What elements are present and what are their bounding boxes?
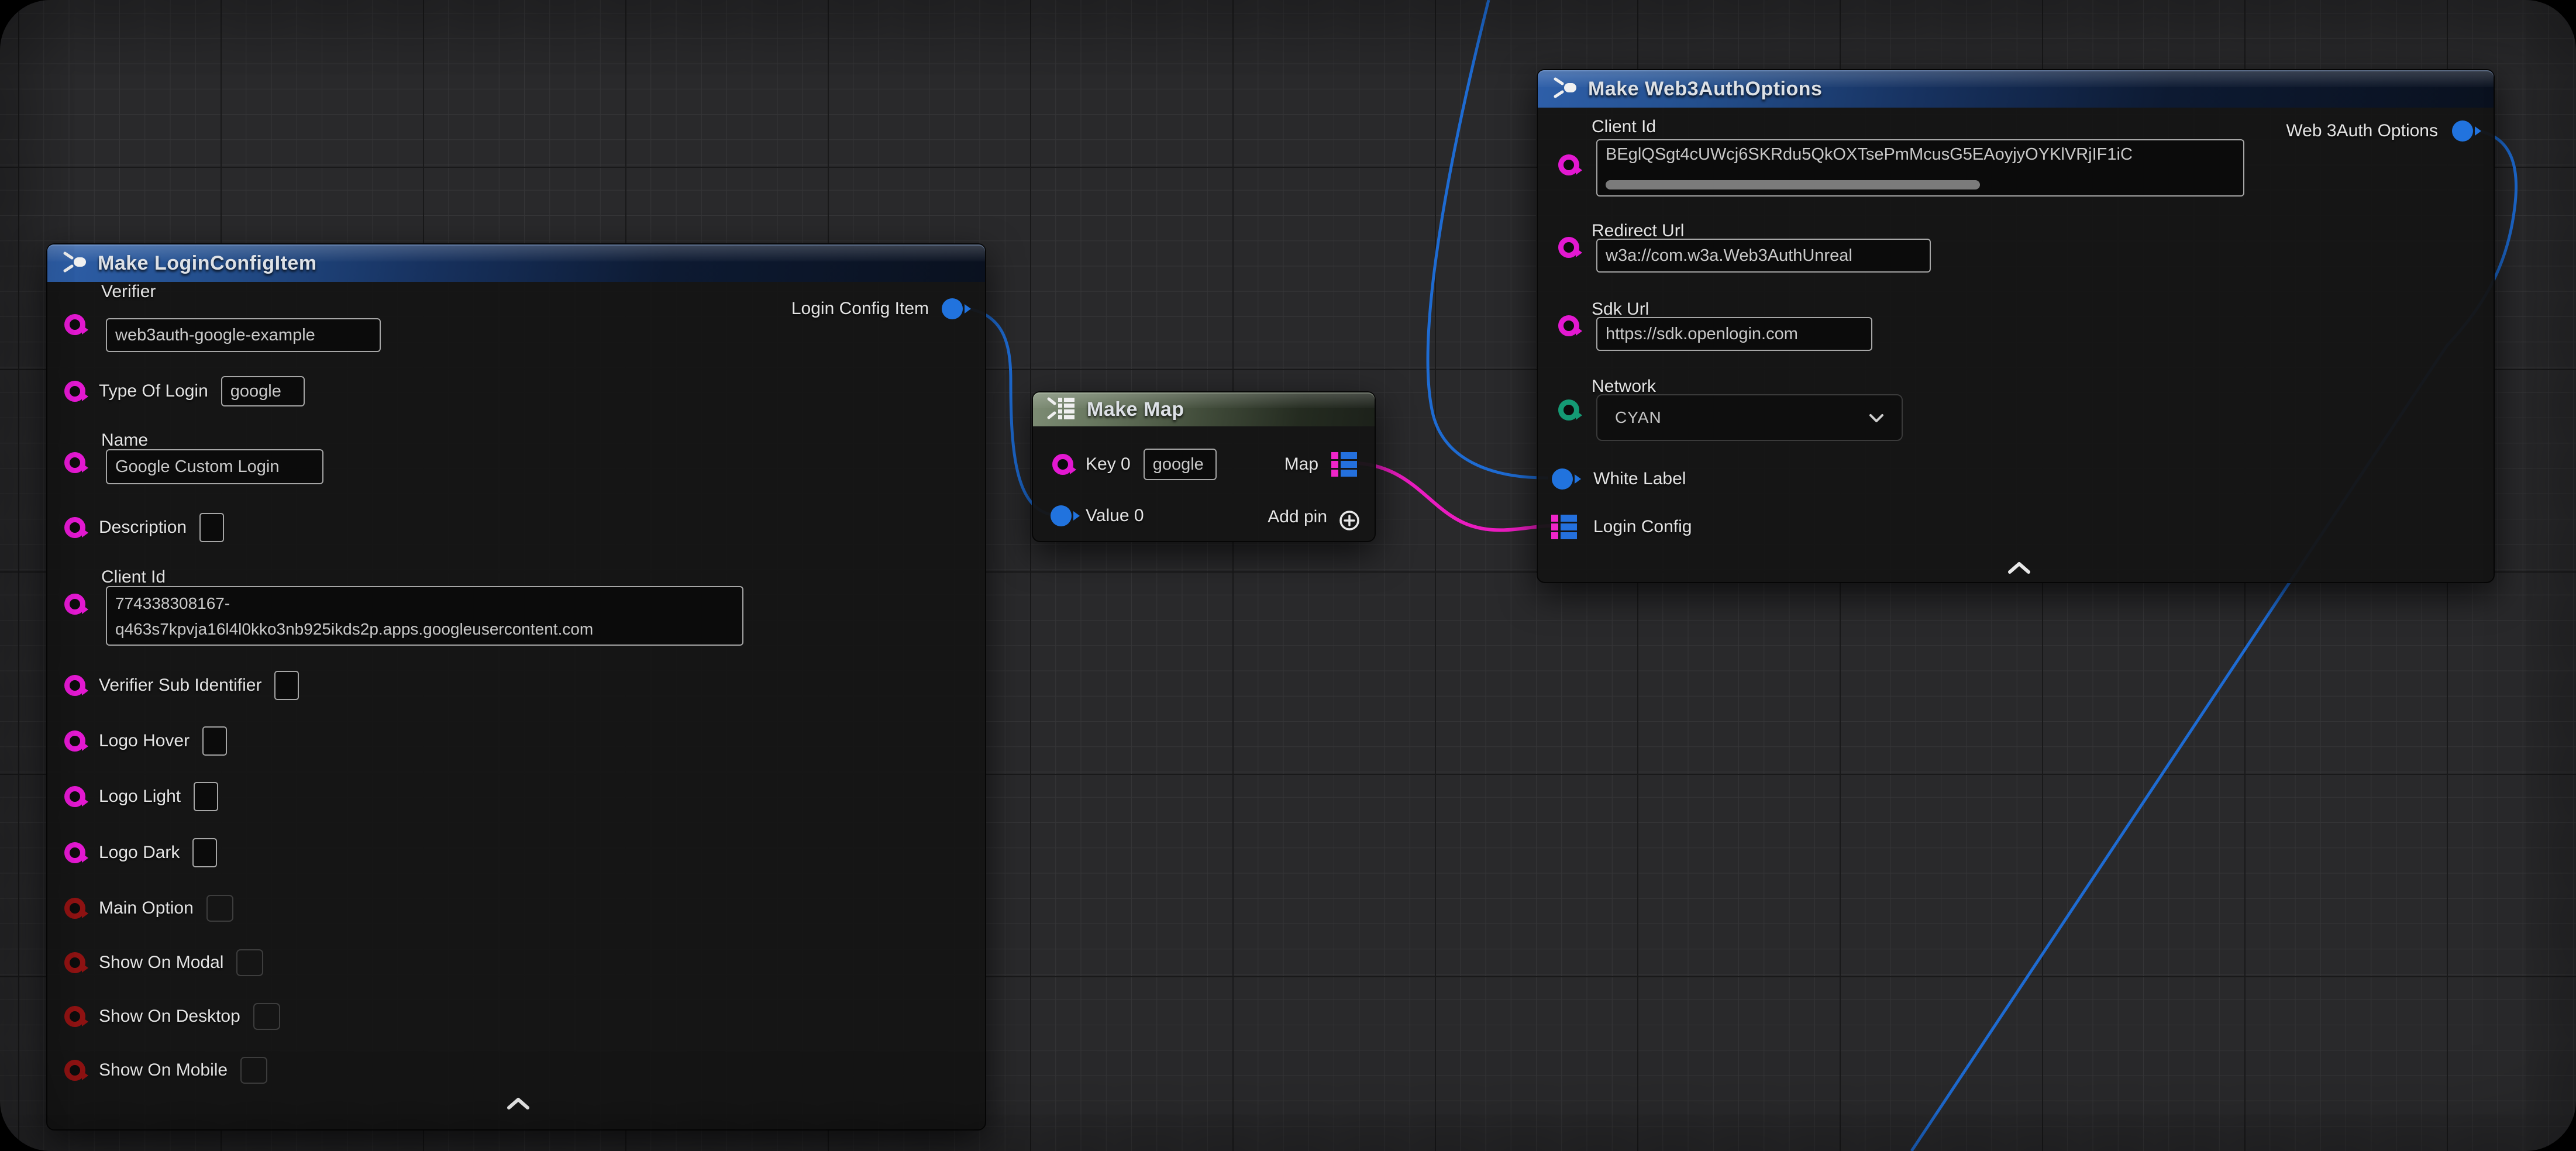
- node-title: Make Map: [1087, 398, 1184, 421]
- chevron-down-icon: [1869, 408, 1884, 427]
- verifier-label: Verifier: [101, 282, 156, 302]
- collapse-advanced-pins-button[interactable]: [505, 1097, 531, 1113]
- client-id-pin[interactable]: [64, 594, 85, 615]
- show-on-mobile-label: Show On Mobile: [99, 1060, 228, 1080]
- make-map-icon: [1046, 395, 1076, 424]
- logo-light-value-box[interactable]: [194, 782, 218, 811]
- name-pin[interactable]: [64, 452, 85, 473]
- type-of-login-pin[interactable]: [64, 381, 85, 402]
- output-pin-label: Web 3Auth Options: [2286, 120, 2438, 142]
- network-dropdown[interactable]: CYAN: [1596, 394, 1903, 441]
- verifier-pin[interactable]: [64, 314, 85, 335]
- logo-dark-value-box[interactable]: [192, 838, 217, 867]
- node-header[interactable]: Make LoginConfigItem: [47, 244, 985, 282]
- client-id-label: Client Id: [1592, 117, 1656, 137]
- verifier-sub-identifier-value-box[interactable]: [274, 671, 299, 700]
- network-value: CYAN: [1615, 408, 1662, 427]
- main-option-pin[interactable]: [64, 898, 85, 919]
- sdk-url-value-box[interactable]: https://sdk.openlogin.com: [1596, 317, 1872, 351]
- white-label-pin[interactable]: [1552, 468, 1573, 490]
- output-pin-label: Login Config Item: [791, 298, 929, 319]
- web3auth-options-output-pin[interactable]: [2452, 120, 2473, 142]
- client-id-label: Client Id: [101, 567, 166, 587]
- login-config-label: Login Config: [1593, 517, 1692, 537]
- logo-hover-pin[interactable]: [64, 730, 85, 752]
- logo-hover-label: Logo Hover: [99, 731, 190, 751]
- value0-pin[interactable]: [1051, 505, 1072, 526]
- client-id-scrollbar[interactable]: [1606, 180, 1980, 189]
- node-make-map[interactable]: Make Map Key 0 google Map Value 0 Add pi…: [1032, 391, 1376, 542]
- network-pin[interactable]: [1558, 399, 1579, 421]
- show-on-mobile-checkbox[interactable]: [240, 1057, 267, 1084]
- wire-map-to-loginconfig[interactable]: [1358, 463, 1550, 530]
- node-make-web3authoptions[interactable]: Make Web3AuthOptions Web 3Auth Options C…: [1537, 69, 2495, 583]
- make-struct-icon: [1551, 75, 1578, 103]
- logo-hover-value-box[interactable]: [202, 726, 227, 756]
- key0-pin[interactable]: [1052, 454, 1073, 475]
- show-on-desktop-label: Show On Desktop: [99, 1007, 240, 1026]
- make-struct-icon: [60, 250, 87, 277]
- network-label: Network: [1592, 377, 1656, 397]
- show-on-modal-pin[interactable]: [64, 952, 85, 973]
- login-config-item-output-pin[interactable]: [942, 298, 963, 319]
- node-header[interactable]: Make Map: [1033, 392, 1375, 426]
- name-value-box[interactable]: Google Custom Login: [106, 449, 323, 484]
- map-output-pin[interactable]: [1330, 452, 1358, 480]
- show-on-desktop-pin[interactable]: [64, 1006, 85, 1027]
- main-option-checkbox[interactable]: [206, 895, 233, 922]
- logo-light-label: Logo Light: [99, 787, 181, 807]
- blueprint-graph-canvas[interactable]: Make LoginConfigItem Login Config Item V…: [0, 0, 2576, 1151]
- redirect-url-label: Redirect Url: [1592, 221, 1684, 241]
- value0-label: Value 0: [1086, 506, 1144, 526]
- redirect-url-pin[interactable]: [1558, 237, 1579, 258]
- verifier-value-box[interactable]: web3auth-google-example: [106, 318, 381, 352]
- redirect-url-value-box[interactable]: w3a://com.w3a.Web3AuthUnreal: [1596, 239, 1931, 273]
- add-pin-button[interactable]: [1338, 509, 1361, 535]
- client-id-line2: q463s7kpvja16l4l0kko3nb925ikds2p.apps.go…: [115, 620, 593, 638]
- client-id-value-box[interactable]: 774338308167- q463s7kpvja16l4l0kko3nb925…: [106, 586, 743, 646]
- show-on-desktop-checkbox[interactable]: [253, 1003, 280, 1030]
- logo-dark-pin[interactable]: [64, 842, 85, 863]
- verifier-sub-identifier-label: Verifier Sub Identifier: [99, 676, 261, 695]
- key0-value-box[interactable]: google: [1144, 449, 1217, 480]
- node-title: Make LoginConfigItem: [98, 252, 317, 275]
- client-id-line1: 774338308167-: [115, 594, 230, 612]
- show-on-modal-label: Show On Modal: [99, 953, 223, 973]
- logo-light-pin[interactable]: [64, 786, 85, 807]
- client-id-pin[interactable]: [1558, 154, 1579, 175]
- wire-top-to-whitelabel[interactable]: [1428, 0, 1548, 478]
- verifier-sub-identifier-pin[interactable]: [64, 675, 85, 696]
- main-option-label: Main Option: [99, 898, 194, 918]
- collapse-advanced-pins-button[interactable]: [2006, 561, 2032, 577]
- node-make-loginconfigitem[interactable]: Make LoginConfigItem Login Config Item V…: [46, 243, 986, 1131]
- white-label-label: White Label: [1593, 469, 1686, 489]
- map-output-label: Map: [1284, 454, 1318, 475]
- sdk-url-pin[interactable]: [1558, 315, 1579, 336]
- login-config-pin[interactable]: [1550, 514, 1578, 543]
- sdk-url-label: Sdk Url: [1592, 299, 1649, 319]
- key0-label: Key 0: [1086, 454, 1131, 474]
- node-header[interactable]: Make Web3AuthOptions: [1538, 70, 2494, 108]
- show-on-mobile-pin[interactable]: [64, 1060, 85, 1081]
- logo-dark-label: Logo Dark: [99, 843, 180, 863]
- show-on-modal-checkbox[interactable]: [236, 949, 263, 976]
- add-pin-label: Add pin: [1268, 505, 1327, 529]
- client-id-value: BEglQSgt4cUWcj6SKRdu5QkOXTsePmMcusG5EAoy…: [1606, 145, 2133, 164]
- type-of-login-value-box[interactable]: google: [221, 376, 305, 406]
- type-of-login-label: Type Of Login: [99, 381, 208, 401]
- client-id-value-box[interactable]: BEglQSgt4cUWcj6SKRdu5QkOXTsePmMcusG5EAoy…: [1596, 139, 2244, 197]
- description-label: Description: [99, 518, 187, 537]
- node-title: Make Web3AuthOptions: [1588, 78, 1822, 101]
- name-label: Name: [101, 430, 148, 450]
- description-pin[interactable]: [64, 517, 85, 538]
- description-value-box[interactable]: [199, 513, 224, 542]
